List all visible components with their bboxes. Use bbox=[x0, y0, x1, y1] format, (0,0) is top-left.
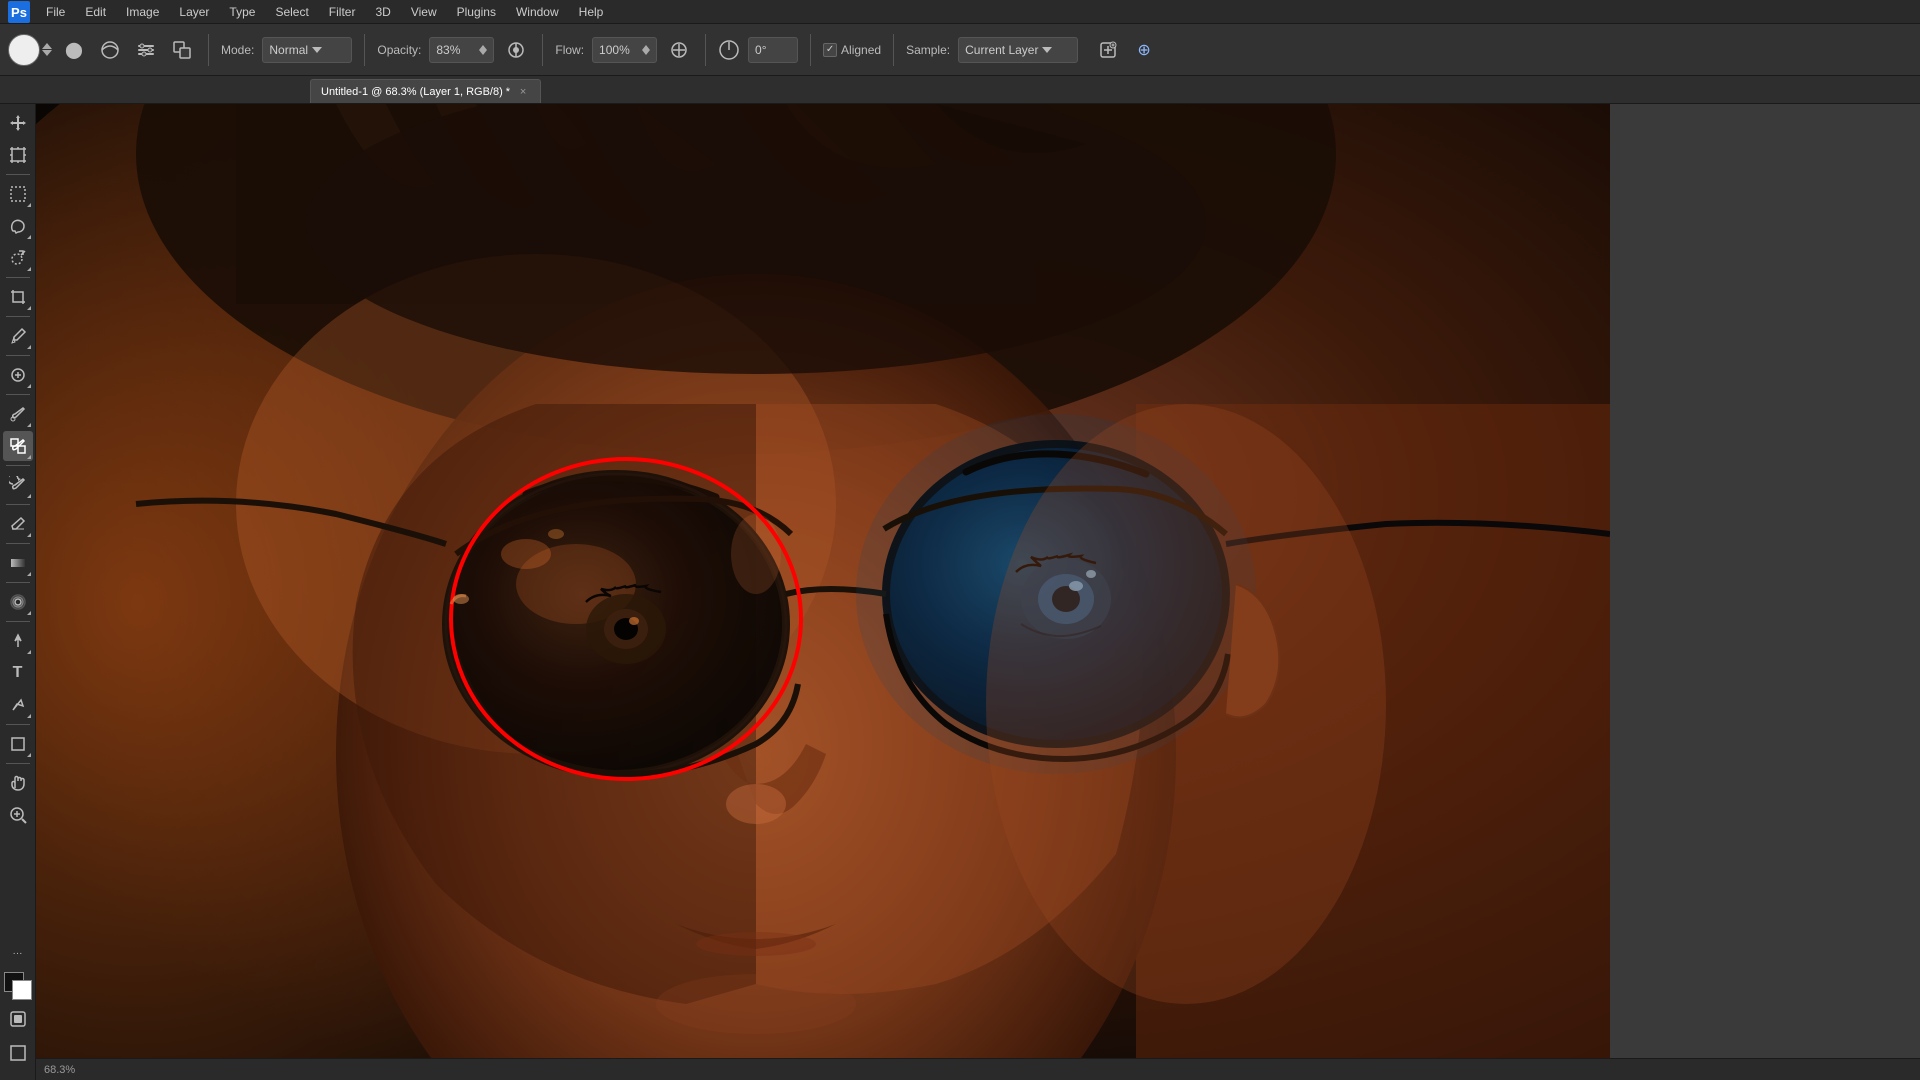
tool-separator-8 bbox=[6, 543, 30, 544]
color-swatch-area[interactable] bbox=[4, 972, 32, 1000]
canvas-area: 68.3% bbox=[36, 104, 1920, 1080]
mode-dropdown[interactable]: Normal bbox=[262, 37, 352, 63]
menu-image[interactable]: Image bbox=[118, 3, 167, 21]
brush-type-default[interactable]: ⬤ bbox=[60, 36, 88, 64]
more-tools-button[interactable]: ··· bbox=[3, 938, 33, 968]
sep-5 bbox=[810, 34, 811, 66]
flow-airbrush-icon[interactable] bbox=[665, 36, 693, 64]
blur-tool[interactable] bbox=[3, 587, 33, 617]
sep-2 bbox=[364, 34, 365, 66]
menu-select[interactable]: Select bbox=[267, 3, 316, 21]
menu-3d[interactable]: 3D bbox=[367, 3, 398, 21]
sample-dropdown[interactable]: Current Layer bbox=[958, 37, 1078, 63]
brush-preview[interactable] bbox=[8, 34, 40, 66]
angle-input[interactable]: 0° bbox=[748, 37, 798, 63]
tool-separator-4 bbox=[6, 355, 30, 356]
tool-separator-12 bbox=[6, 763, 30, 764]
move-tool[interactable] bbox=[3, 108, 33, 138]
crop-tool[interactable] bbox=[3, 282, 33, 312]
menu-window[interactable]: Window bbox=[508, 3, 567, 21]
clone-overlay-icon[interactable]: ⊕ bbox=[1130, 36, 1158, 64]
tab-bar: Untitled-1 @ 68.3% (Layer 1, RGB/8) * × bbox=[0, 76, 1920, 104]
sample-label: Sample: bbox=[906, 43, 950, 57]
pen-tool[interactable] bbox=[3, 626, 33, 656]
clone-source-icon[interactable] bbox=[168, 36, 196, 64]
quick-select-tool[interactable] bbox=[3, 243, 33, 273]
toolbar: T ··· bbox=[0, 104, 36, 1080]
tab-close-button[interactable]: × bbox=[516, 85, 530, 99]
menu-type[interactable]: Type bbox=[221, 3, 263, 21]
svg-text:Ps: Ps bbox=[11, 5, 27, 20]
eraser-tool[interactable] bbox=[3, 509, 33, 539]
tool-separator-7 bbox=[6, 504, 30, 505]
brush-settings-icon[interactable] bbox=[132, 36, 160, 64]
tool-separator-5 bbox=[6, 394, 30, 395]
sep-6 bbox=[893, 34, 894, 66]
lasso-tool[interactable] bbox=[3, 211, 33, 241]
text-tool[interactable]: T bbox=[3, 658, 33, 688]
menu-view[interactable]: View bbox=[403, 3, 445, 21]
background-color[interactable] bbox=[12, 980, 32, 1000]
flow-label: Flow: bbox=[555, 43, 584, 57]
path-select-tool[interactable] bbox=[3, 690, 33, 720]
shape-tool[interactable] bbox=[3, 729, 33, 759]
opacity-pressure-icon[interactable] bbox=[502, 36, 530, 64]
flow-input[interactable]: 100% bbox=[592, 37, 657, 63]
tool-preset-picker[interactable] bbox=[8, 34, 52, 66]
menu-filter[interactable]: Filter bbox=[321, 3, 364, 21]
sep-1 bbox=[208, 34, 209, 66]
aligned-label: Aligned bbox=[841, 43, 881, 57]
tool-separator-3 bbox=[6, 316, 30, 317]
menu-edit[interactable]: Edit bbox=[77, 3, 114, 21]
sep-4 bbox=[705, 34, 706, 66]
preset-down-arrow[interactable] bbox=[42, 50, 52, 56]
quick-mask-button[interactable] bbox=[3, 1004, 33, 1034]
ignore-adj-layers-icon[interactable] bbox=[1094, 36, 1122, 64]
eyedropper-tool[interactable] bbox=[3, 321, 33, 351]
hand-tool[interactable] bbox=[3, 768, 33, 798]
aligned-checkbox[interactable]: ✓ bbox=[823, 43, 837, 57]
opacity-input[interactable]: 83% bbox=[429, 37, 494, 63]
preset-up-arrow[interactable] bbox=[42, 43, 52, 49]
main-content: T ··· bbox=[0, 104, 1920, 1080]
tool-separator-1 bbox=[6, 174, 30, 175]
aligned-checkbox-area[interactable]: ✓ Aligned bbox=[823, 43, 881, 57]
tool-separator-6 bbox=[6, 465, 30, 466]
tool-separator-2 bbox=[6, 277, 30, 278]
zoom-tool[interactable] bbox=[3, 800, 33, 830]
options-bar: ⬤ Mode: Normal Opacity: 83% Flow: 100% bbox=[0, 24, 1920, 76]
status-bar: 68.3% bbox=[36, 1058, 1920, 1080]
menu-layer[interactable]: Layer bbox=[171, 3, 217, 21]
app-icon: Ps bbox=[8, 1, 30, 23]
document-canvas bbox=[36, 104, 1610, 1080]
menu-help[interactable]: Help bbox=[571, 3, 612, 21]
sep-3 bbox=[542, 34, 543, 66]
tool-separator-10 bbox=[6, 621, 30, 622]
marquee-rect-tool[interactable] bbox=[3, 179, 33, 209]
menu-file[interactable]: File bbox=[38, 3, 73, 21]
document-tab[interactable]: Untitled-1 @ 68.3% (Layer 1, RGB/8) * × bbox=[310, 79, 541, 103]
mode-chevron bbox=[312, 47, 322, 53]
healing-brush-tool[interactable] bbox=[3, 360, 33, 390]
menu-plugins[interactable]: Plugins bbox=[449, 3, 504, 21]
zoom-display: 68.3% bbox=[44, 1064, 75, 1076]
clone-stamp-tool[interactable] bbox=[3, 431, 33, 461]
history-brush-tool[interactable] bbox=[3, 470, 33, 500]
angle-dial[interactable] bbox=[718, 39, 740, 61]
screen-mode-button[interactable] bbox=[3, 1038, 33, 1068]
gradient-tool[interactable] bbox=[3, 548, 33, 578]
tool-separator-9 bbox=[6, 582, 30, 583]
mode-label: Mode: bbox=[221, 43, 254, 57]
tab-title: Untitled-1 @ 68.3% (Layer 1, RGB/8) * bbox=[321, 86, 510, 98]
brush-tool[interactable] bbox=[3, 399, 33, 429]
sample-chevron bbox=[1042, 47, 1052, 53]
photo-canvas[interactable] bbox=[36, 104, 1610, 1080]
artboard-tool[interactable] bbox=[3, 140, 33, 170]
tool-separator-11 bbox=[6, 724, 30, 725]
brush-type-hardness[interactable] bbox=[96, 36, 124, 64]
status-info: 68.3% bbox=[44, 1064, 75, 1076]
opacity-label: Opacity: bbox=[377, 43, 421, 57]
menu-bar: Ps File Edit Image Layer Type Select Fil… bbox=[0, 0, 1920, 24]
